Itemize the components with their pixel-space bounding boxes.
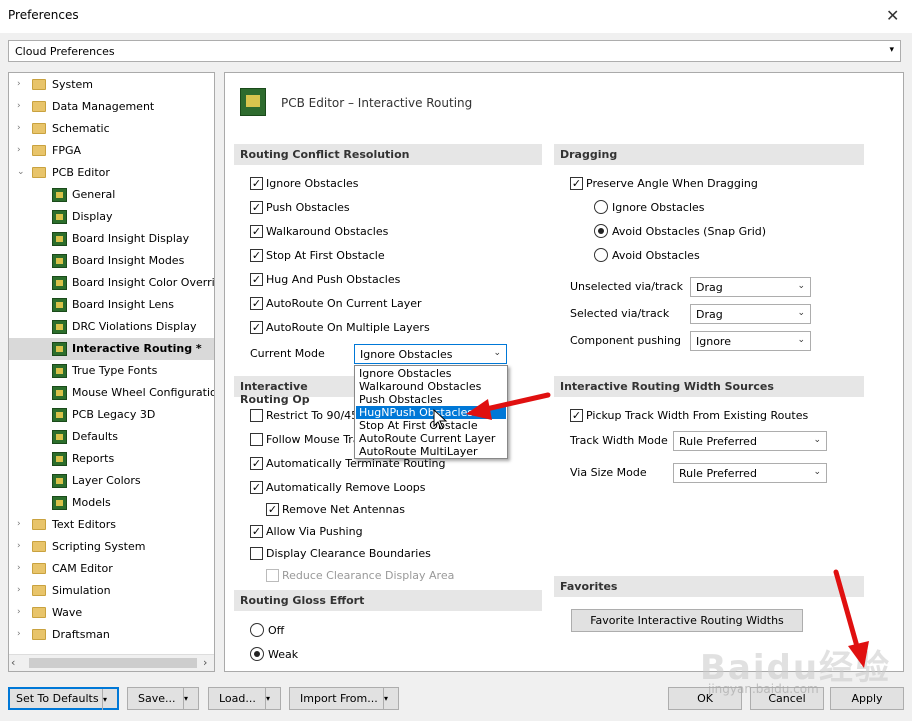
annotation-arrows <box>433 392 869 668</box>
mouse-cursor-icon <box>433 408 448 430</box>
arrow-to-apply-icon <box>833 569 869 668</box>
arrow-to-hugnpush-icon <box>466 392 551 420</box>
